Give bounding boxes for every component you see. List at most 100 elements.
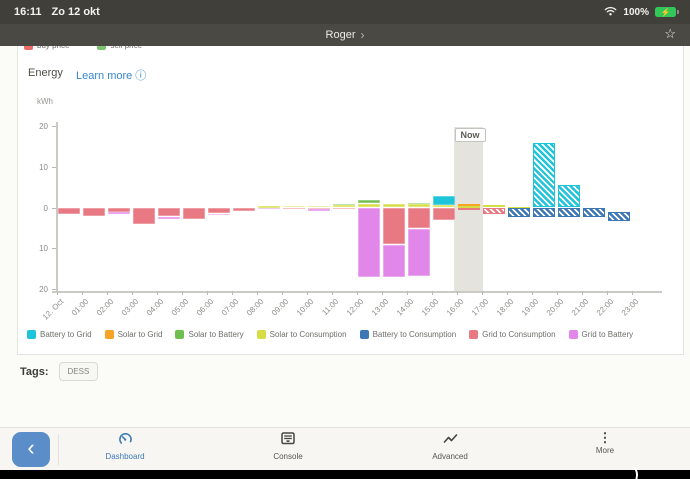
x-axis-tick xyxy=(557,291,558,295)
x-axis-tick xyxy=(582,291,583,295)
legend-swatch-battery_to_consumption xyxy=(359,330,369,339)
legend-item-battery_to_consumption[interactable]: Battery to Consumption xyxy=(359,330,457,339)
bottom-black-strip xyxy=(0,470,690,479)
bar-segment-solar_to_consumption[interactable] xyxy=(383,204,405,207)
bar-segment-solar_to_consumption[interactable] xyxy=(358,203,380,207)
y-axis-tick-label: 20 xyxy=(39,121,48,131)
legend-label: Grid to Battery xyxy=(581,330,634,339)
legend-swatch-solar_to_grid xyxy=(104,330,114,339)
bar-segment-battery_to_consumption[interactable] xyxy=(558,207,580,218)
y-axis-tick xyxy=(51,248,56,250)
x-axis-tick xyxy=(457,291,458,295)
y-axis-tick-label: 10 xyxy=(39,244,48,254)
legend-item-solar_to_consumption[interactable]: Solar to Consumption xyxy=(256,330,347,339)
legend-item-solar_to_battery[interactable]: Solar to Battery xyxy=(175,330,244,339)
tag-chip-dess[interactable]: DESS xyxy=(58,362,99,381)
x-axis-tick xyxy=(307,291,308,295)
bar-segment-grid_to_battery[interactable] xyxy=(358,207,380,278)
x-axis-tick xyxy=(232,291,233,295)
bar-segment-grid_to_consumption[interactable] xyxy=(483,207,505,215)
bar-segment-grid_to_consumption[interactable] xyxy=(133,207,155,224)
bar-segment-grid_to_consumption[interactable] xyxy=(58,207,80,215)
bar-segment-battery_to_grid[interactable] xyxy=(433,196,455,205)
legend-label: Battery to Grid xyxy=(40,330,92,339)
x-axis-tick xyxy=(282,291,283,295)
bar-segment-solar_to_battery[interactable] xyxy=(408,203,430,205)
bar-segment-grid_to_consumption[interactable] xyxy=(108,207,130,212)
bar-segment-grid_to_battery[interactable] xyxy=(308,209,330,211)
status-bar: 16:11 Zo 12 okt 100% ⚡ xyxy=(0,0,690,24)
x-axis-tick xyxy=(482,291,483,295)
bar-segment-solar_to_grid[interactable] xyxy=(458,204,480,207)
bar-segment-grid_to_consumption[interactable] xyxy=(233,207,255,212)
legend-label: Solar to Consumption xyxy=(269,330,347,339)
tab-more-label: More xyxy=(595,446,615,455)
dashboard-gauge-icon xyxy=(118,432,133,450)
bar-segment-battery_to_grid[interactable] xyxy=(558,185,580,207)
legend-label: Solar to Battery xyxy=(188,330,244,339)
legend-label: Grid to Consumption xyxy=(482,330,556,339)
bar-segment-grid_to_consumption[interactable] xyxy=(283,207,305,209)
bar-segment-grid_to_battery[interactable] xyxy=(208,214,230,216)
tags-row: Tags: DESS xyxy=(20,362,99,381)
y-axis-tick xyxy=(51,289,56,291)
bar-segment-grid_to_consumption[interactable] xyxy=(433,207,455,221)
bar-segment-grid_to_consumption[interactable] xyxy=(333,207,355,209)
bar-segment-grid_to_consumption[interactable] xyxy=(183,207,205,219)
x-axis-tick xyxy=(157,291,158,295)
bar-segment-grid_to_battery[interactable] xyxy=(108,212,130,214)
clock: 16:11 xyxy=(14,6,42,18)
bar-segment-grid_to_consumption[interactable] xyxy=(83,207,105,217)
bar-segment-grid_to_consumption[interactable] xyxy=(383,207,405,245)
bar-segment-solar_to_consumption[interactable] xyxy=(408,204,430,207)
tab-more[interactable]: ⋮ More xyxy=(560,430,650,455)
tab-console-label: Console xyxy=(273,452,303,461)
tab-dashboard[interactable]: Dashboard xyxy=(80,432,170,461)
bar-segment-solar_to_battery[interactable] xyxy=(358,199,380,203)
tab-bar-divider xyxy=(58,434,59,465)
tab-dashboard-label: Dashboard xyxy=(105,452,145,461)
legend-item-solar_to_grid[interactable]: Solar to Grid xyxy=(104,330,162,339)
bar-segment-grid_to_consumption[interactable] xyxy=(158,207,180,217)
tab-advanced-label: Advanced xyxy=(432,452,468,461)
more-ellipsis-icon: ⋮ xyxy=(598,430,612,445)
bar-segment-grid_to_battery[interactable] xyxy=(408,229,430,277)
y-axis-tick-label: 20 xyxy=(39,285,48,295)
back-button[interactable]: ‹ xyxy=(12,432,50,467)
y-axis-tick xyxy=(51,207,56,209)
x-axis-tick xyxy=(207,291,208,295)
bar-segment-grid_to_consumption[interactable] xyxy=(208,207,230,214)
nav-bar: Roger › ☆ xyxy=(0,24,690,46)
bar-segment-battery_to_grid[interactable] xyxy=(533,142,555,207)
bar-segment-grid_to_battery[interactable] xyxy=(258,207,280,210)
bar-segment-grid_to_battery[interactable] xyxy=(383,245,405,278)
y-axis-tick-label: 0 xyxy=(43,203,48,213)
bar-segment-battery_to_consumption[interactable] xyxy=(608,211,630,221)
y-axis-tick-label: 10 xyxy=(39,162,48,172)
bar-segment-grid_to_battery[interactable] xyxy=(158,217,180,219)
bar-segment-battery_to_consumption[interactable] xyxy=(583,207,605,218)
legend-item-battery_to_grid[interactable]: Battery to Grid xyxy=(27,330,92,339)
energy-chart[interactable]: Now 20 10 0 10 20 12. Oct 01:00 02:00 03:00 04:00 0… xyxy=(0,0,690,479)
legend-label: Battery to Consumption xyxy=(372,330,457,339)
y-axis-tick xyxy=(51,166,56,168)
bar-segment-battery_to_consumption[interactable] xyxy=(533,207,555,218)
wifi-icon xyxy=(604,6,617,19)
favorite-star-icon[interactable]: ☆ xyxy=(664,26,676,42)
bar-segment-grid_to_consumption[interactable] xyxy=(408,207,430,229)
legend-swatch-solar_to_battery xyxy=(175,330,185,339)
bar-segment-grid_to_consumption[interactable] xyxy=(458,207,480,210)
legend-item-grid_to_consumption[interactable]: Grid to Consumption xyxy=(469,330,556,339)
installation-selector[interactable]: Roger › xyxy=(326,28,365,42)
x-axis-tick xyxy=(507,291,508,295)
legend-swatch-solar_to_consumption xyxy=(256,330,266,339)
console-screen-icon xyxy=(281,432,295,450)
legend-item-grid_to_battery[interactable]: Grid to Battery xyxy=(568,330,634,339)
bar-segment-solar_to_battery[interactable] xyxy=(333,203,355,206)
tab-console[interactable]: Console xyxy=(243,432,333,461)
tab-advanced[interactable]: Advanced xyxy=(405,432,495,461)
x-axis-tick xyxy=(132,291,133,295)
battery-percent: 100% xyxy=(623,6,649,18)
x-axis-tick xyxy=(107,291,108,295)
bar-segment-battery_to_consumption[interactable] xyxy=(508,207,530,218)
